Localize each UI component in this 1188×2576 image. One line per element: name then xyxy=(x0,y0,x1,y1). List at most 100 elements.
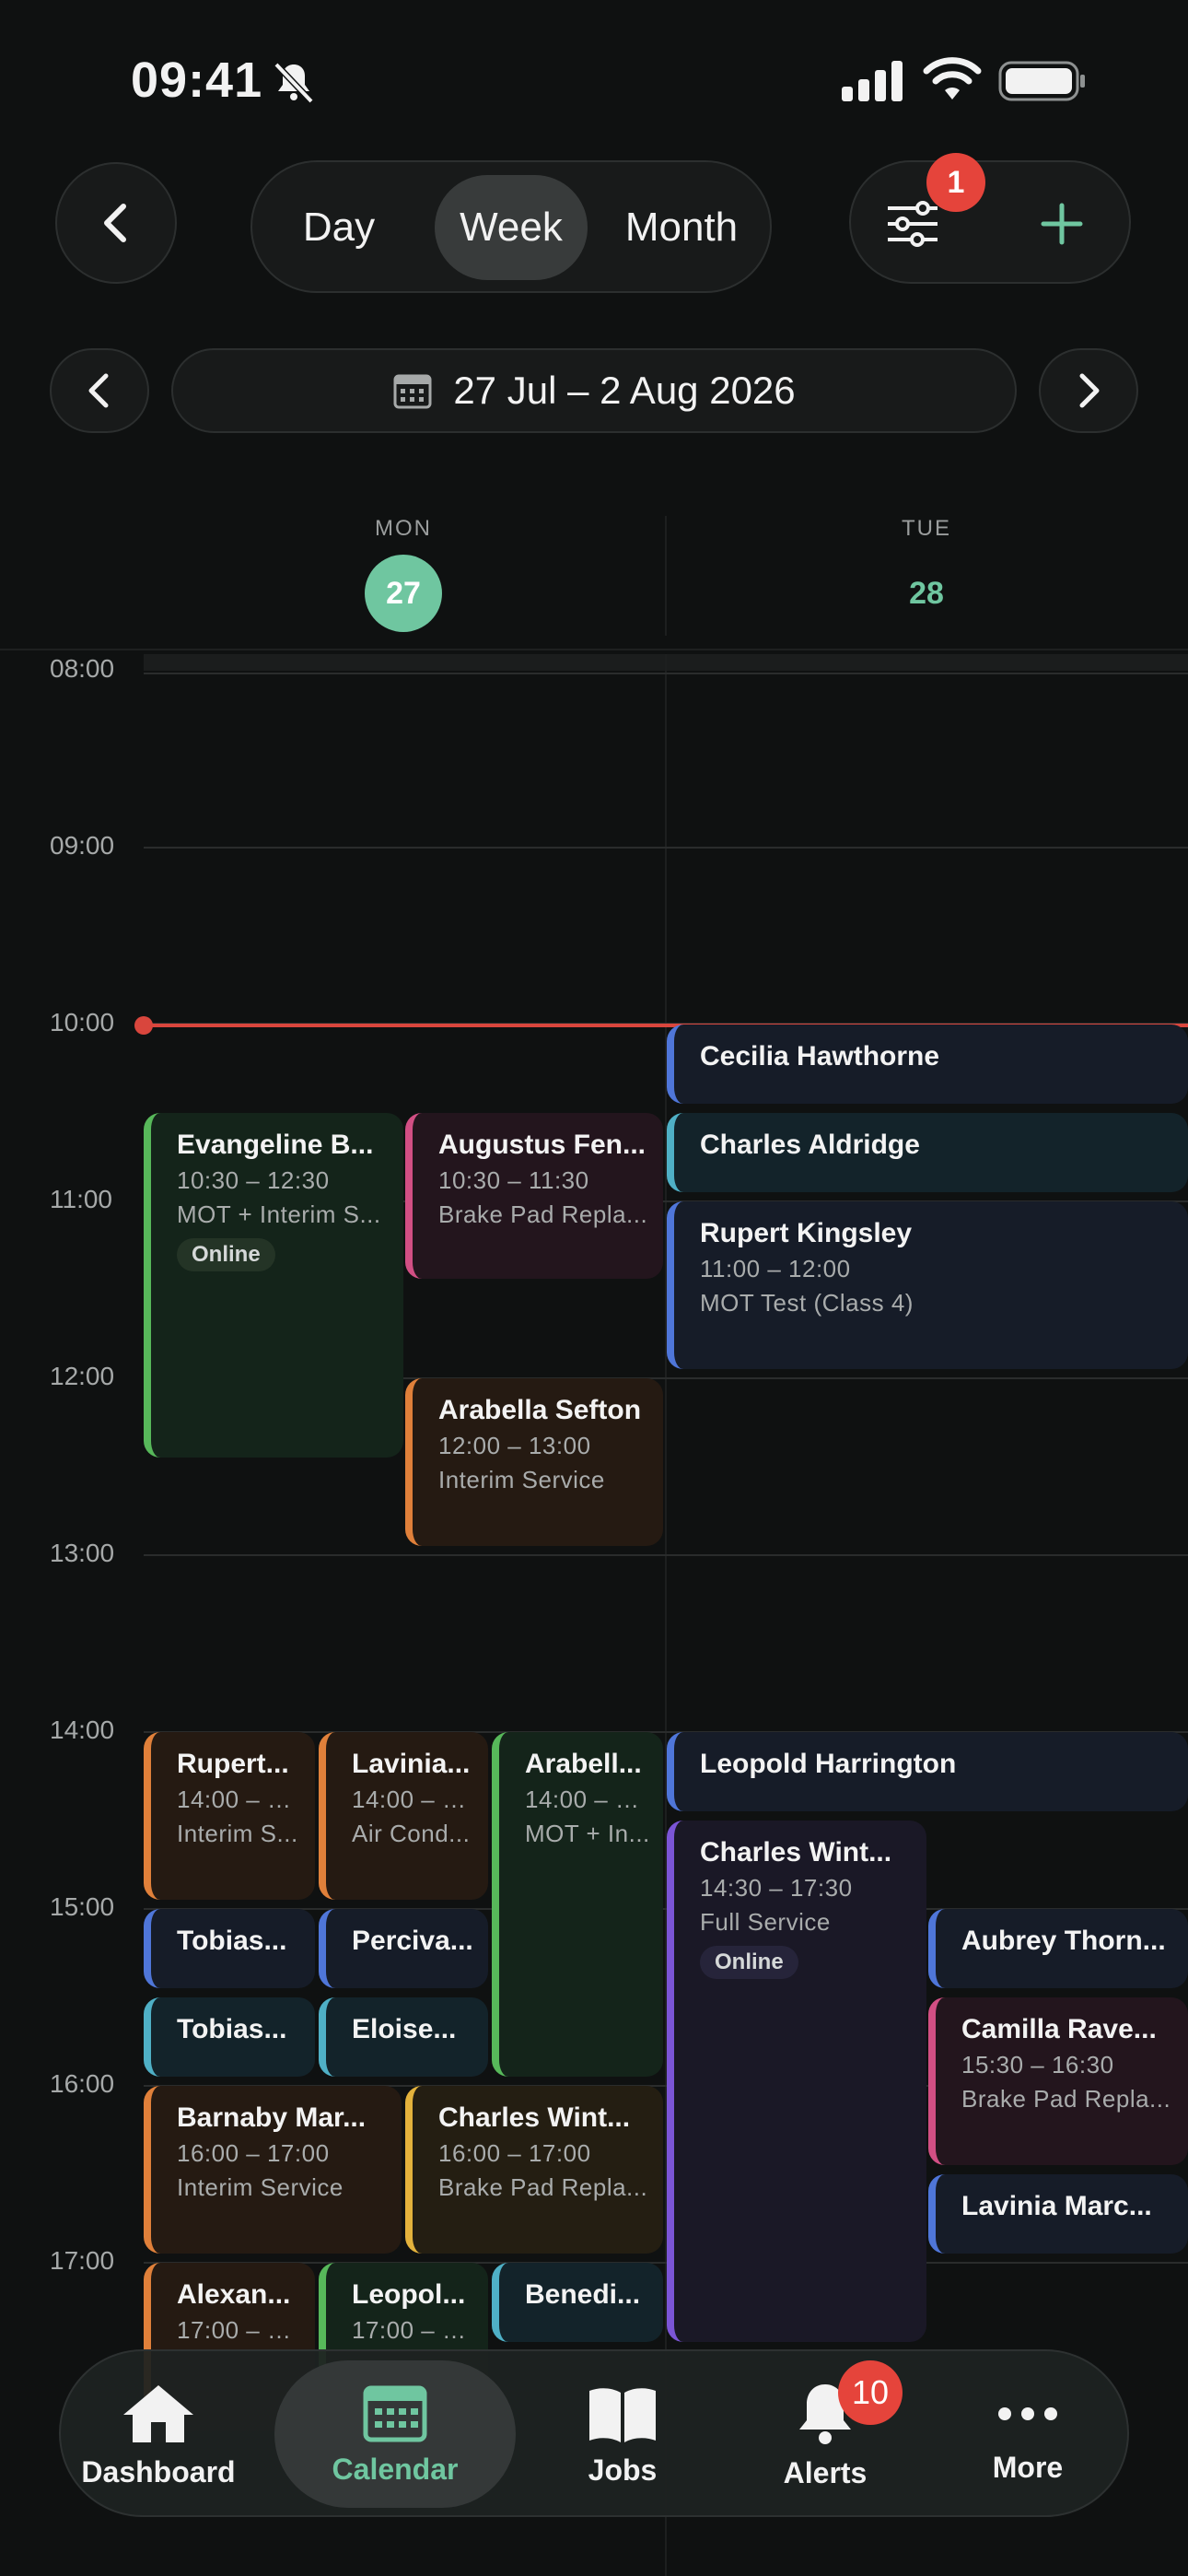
event-service: MOT Test (Class 4) xyxy=(700,1289,914,1317)
next-week-button[interactable] xyxy=(1039,348,1138,433)
event-title: Camilla Rave... xyxy=(961,2014,1157,2044)
tab-dashboard[interactable]: Dashboard xyxy=(70,2351,247,2519)
hour-label: 11:00 xyxy=(50,1185,112,1213)
hour-label: 16:00 xyxy=(50,2069,115,2098)
event-service: Interim S... xyxy=(177,1820,298,1847)
event-service: MOT + In... xyxy=(525,1820,650,1847)
event-time: 10:30 – 12:30 xyxy=(177,1166,330,1194)
view-option-day[interactable]: Day xyxy=(265,175,413,280)
event-time: 14:00 – 1... xyxy=(352,1786,475,1813)
event-card[interactable]: Evangeline B... 10:30 – 12:30 MOT + Inte… xyxy=(144,1113,403,1458)
bell-mute-icon xyxy=(274,62,314,104)
event-card[interactable]: Charles Aldridge xyxy=(667,1113,1188,1192)
tab-jobs[interactable]: Jobs xyxy=(540,2351,705,2519)
event-title: Lavinia Marc... xyxy=(961,2191,1152,2221)
event-card[interactable]: Charles Wint... 16:00 – 17:00 Brake Pad … xyxy=(405,2086,663,2254)
tab-label: Dashboard xyxy=(81,2454,236,2488)
event-title: Rupert Kingsley xyxy=(700,1218,913,1248)
event-title: Arabella Sefton xyxy=(438,1395,642,1425)
prev-week-button[interactable] xyxy=(50,348,149,433)
hour-line xyxy=(144,673,1188,674)
day-number-tue[interactable]: 28 xyxy=(888,555,965,632)
book-icon xyxy=(589,2387,656,2442)
week-grid[interactable]: 08:00 09:00 10:00 11:00 12:00 13:00 14:0… xyxy=(0,654,1188,2576)
event-title: Benedi... xyxy=(525,2279,641,2310)
view-option-week[interactable]: Week xyxy=(435,175,588,280)
tab-alerts[interactable]: Alerts 10 xyxy=(742,2351,908,2519)
chevron-left-icon xyxy=(88,373,109,408)
event-card[interactable]: Tobias... xyxy=(144,1997,315,2077)
event-time: 14:00 – 1... xyxy=(525,1786,650,1813)
event-title: Leopol... xyxy=(352,2279,466,2310)
event-card[interactable]: Arabell... 14:00 – 1... MOT + In... xyxy=(492,1732,663,2077)
event-service: Interim Service xyxy=(177,2173,344,2201)
event-time: 16:00 – 17:00 xyxy=(177,2139,330,2167)
header-bottom-border xyxy=(0,649,1188,650)
event-title: Arabell... xyxy=(525,1749,642,1779)
event-time: 17:00 – 1... xyxy=(352,2316,475,2344)
add-button[interactable] xyxy=(1026,188,1098,260)
event-title: Eloise... xyxy=(352,2014,457,2044)
day-number-today[interactable]: 27 xyxy=(365,555,442,632)
tab-label: Jobs xyxy=(588,2453,658,2487)
header-actions: 1 xyxy=(849,153,1131,284)
date-range-label: 27 Jul – 2 Aug 2026 xyxy=(453,369,796,412)
event-card[interactable]: Arabella Sefton 12:00 – 13:00 Interim Se… xyxy=(405,1378,663,1546)
event-card[interactable]: Leopold Harrington xyxy=(667,1732,1188,1811)
status-time: 09:41 xyxy=(131,53,263,108)
event-card[interactable]: Barnaby Mar... 16:00 – 17:00 Interim Ser… xyxy=(144,2086,402,2254)
online-tag: Online xyxy=(700,1946,798,1979)
event-time: 12:00 – 13:00 xyxy=(438,1432,591,1459)
chevron-right-icon xyxy=(1079,373,1100,408)
event-card[interactable]: Tobias... xyxy=(144,1909,315,1988)
event-card[interactable]: Camilla Rave... 15:30 – 16:30 Brake Pad … xyxy=(928,1997,1188,2165)
more-icon xyxy=(998,2406,1057,2420)
hour-label: 10:00 xyxy=(50,1008,115,1036)
event-card[interactable]: Lavinia... 14:00 – 1... Air Cond... xyxy=(319,1732,488,1900)
calendar-icon xyxy=(393,374,432,409)
event-card[interactable]: Lavinia Marc... xyxy=(928,2174,1188,2254)
event-card[interactable]: Rupert... 14:00 – 1... Interim S... xyxy=(144,1732,315,1900)
event-title: Charles Aldridge xyxy=(700,1130,920,1160)
event-title: Evangeline B... xyxy=(177,1130,374,1160)
header-divider xyxy=(665,516,667,636)
tab-calendar[interactable]: Calendar xyxy=(274,2360,516,2508)
event-card[interactable]: Cecilia Hawthorne xyxy=(667,1025,1188,1104)
sliders-icon xyxy=(888,201,938,247)
event-service: Interim Service xyxy=(438,1466,605,1493)
date-range-picker[interactable]: 27 Jul – 2 Aug 2026 xyxy=(171,348,1017,433)
hour-label: 14:00 xyxy=(50,1715,115,1744)
event-card[interactable]: Perciva... xyxy=(319,1909,488,1988)
hour-label: 08:00 xyxy=(50,654,115,683)
battery-icon xyxy=(998,61,1085,101)
alerts-badge: 10 xyxy=(838,2360,903,2425)
view-option-month[interactable]: Month xyxy=(606,175,757,280)
hour-line xyxy=(144,847,1188,849)
event-time: 11:00 – 12:00 xyxy=(700,1255,851,1282)
event-title: Tobias... xyxy=(177,1926,287,1956)
event-title: Aubrey Thorn... xyxy=(961,1926,1166,1956)
event-card[interactable]: Augustus Fen... 10:30 – 11:30 Brake Pad … xyxy=(405,1113,663,1279)
event-time: 16:00 – 17:00 xyxy=(438,2139,591,2167)
event-card[interactable]: Aubrey Thorn... xyxy=(928,1909,1188,1988)
event-title: Charles Wint... xyxy=(700,1837,892,1868)
event-title: Lavinia... xyxy=(352,1749,471,1779)
event-card[interactable]: Eloise... xyxy=(319,1997,488,2077)
day-label-mon: MON xyxy=(375,516,432,541)
chevron-left-icon xyxy=(104,204,126,242)
view-switcher: Day Week Month xyxy=(250,160,772,293)
event-title: Perciva... xyxy=(352,1926,473,1956)
event-service: Brake Pad Repla... xyxy=(438,1200,648,1228)
event-title: Charles Wint... xyxy=(438,2102,631,2133)
hour-label: 17:00 xyxy=(50,2246,115,2275)
event-service: Full Service xyxy=(700,1908,831,1936)
event-card[interactable]: Benedi... xyxy=(492,2263,663,2342)
event-time: 17:00 – 1... xyxy=(177,2316,302,2344)
tab-label: More xyxy=(992,2450,1064,2484)
tab-more[interactable]: More xyxy=(945,2351,1111,2519)
event-time: 10:30 – 11:30 xyxy=(438,1166,589,1194)
event-card[interactable]: Rupert Kingsley 11:00 – 12:00 MOT Test (… xyxy=(667,1201,1188,1369)
tab-bar: Dashboard Calendar Jobs Alerts 10 More xyxy=(59,2349,1129,2517)
back-button[interactable] xyxy=(55,162,177,284)
event-card[interactable]: Charles Wint... 14:30 – 17:30 Full Servi… xyxy=(667,1821,926,2342)
